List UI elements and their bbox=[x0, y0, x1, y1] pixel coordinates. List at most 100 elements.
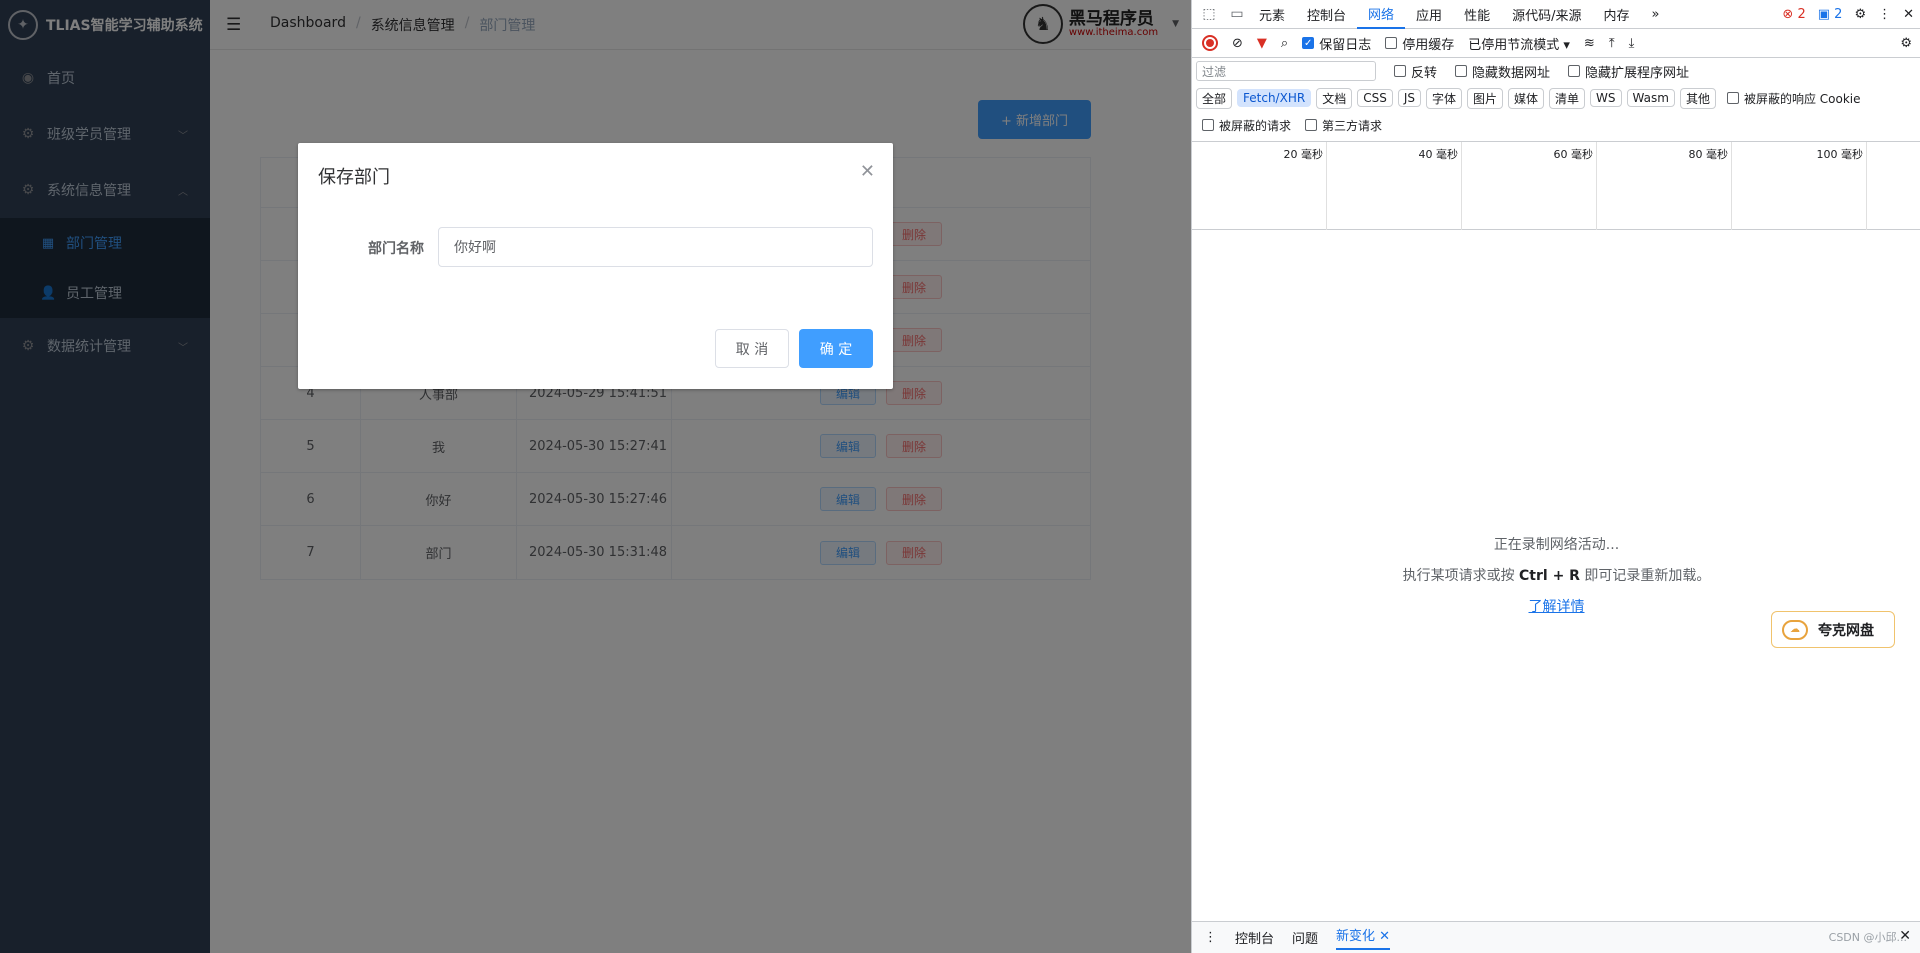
chip-js[interactable]: JS bbox=[1397, 89, 1421, 107]
drawer-tabbar: ⋮ 控制台 问题 新变化 ✕ ✕ CSDN @小邱... bbox=[1192, 921, 1920, 953]
blocked-cookies-checkbox[interactable]: 被屏蔽的响应 Cookie bbox=[1726, 90, 1861, 107]
invert-label: 反转 bbox=[1411, 65, 1438, 81]
request-filter-row: 被屏蔽的请求 第三方请求 bbox=[1192, 112, 1920, 138]
type-filter-chips: 全部 Fetch/XHR 文档 CSS JS 字体 图片 媒体 清单 WS Wa… bbox=[1192, 84, 1920, 112]
hide-extension-urls-label: 隐藏扩展程序网址 bbox=[1585, 65, 1690, 81]
preserve-log-label: 保留日志 bbox=[1319, 37, 1372, 53]
chip-other[interactable]: 其他 bbox=[1679, 87, 1716, 109]
devtools-panel: ⬚ ▭ 元素 控制台 网络 应用 性能 源代码/来源 内存 » ⊗ 2 ▣ 2 … bbox=[1191, 0, 1920, 953]
tab-network[interactable]: 网络 bbox=[1357, 0, 1406, 29]
clear-icon[interactable]: ⊘ bbox=[1232, 36, 1243, 51]
chip-all[interactable]: 全部 bbox=[1196, 87, 1233, 109]
watermark: CSDN @小邱... bbox=[1828, 931, 1907, 944]
confirm-button[interactable]: 确 定 bbox=[799, 329, 873, 368]
chip-font[interactable]: 字体 bbox=[1425, 87, 1462, 109]
settings-gear-icon[interactable]: ⚙ bbox=[1854, 7, 1866, 22]
chip-media[interactable]: 媒体 bbox=[1508, 87, 1545, 109]
blocked-requests-label: 被屏蔽的请求 bbox=[1219, 118, 1292, 133]
checkbox-icon bbox=[1385, 37, 1398, 49]
chip-ws[interactable]: WS bbox=[1590, 89, 1622, 107]
empty-line1: 正在录制网络活动... bbox=[1493, 537, 1620, 553]
devtools-status: ⊗ 2 ▣ 2 ⚙ ⋮ ✕ bbox=[1782, 0, 1914, 29]
drawer-tab-whats-new[interactable]: 新变化 ✕ bbox=[1336, 925, 1391, 950]
error-count-value: 2 bbox=[1797, 7, 1806, 22]
timeline-label: 80 毫秒 bbox=[1688, 148, 1729, 161]
error-count[interactable]: ⊗ 2 bbox=[1782, 7, 1805, 22]
drawer-tab-label: 新变化 bbox=[1336, 929, 1376, 944]
tab-memory[interactable]: 内存 bbox=[1592, 0, 1640, 29]
chip-fetch-xhr[interactable]: Fetch/XHR bbox=[1237, 89, 1312, 107]
throttle-select[interactable]: 已停用节流模式 ▾ bbox=[1468, 34, 1570, 53]
hide-data-urls-label: 隐藏数据网址 bbox=[1472, 65, 1551, 81]
learn-more-link[interactable]: 了解详情 bbox=[1529, 599, 1585, 615]
network-empty-state: 正在录制网络活动... 执行某项请求或按 Ctrl + R 即可记录重新加载。 … bbox=[1192, 530, 1920, 623]
import-har-icon[interactable]: ⤒ bbox=[1609, 36, 1615, 51]
tab-console[interactable]: 控制台 bbox=[1296, 0, 1357, 29]
network-conditions-icon[interactable]: ≋ bbox=[1584, 36, 1595, 51]
chip-css[interactable]: CSS bbox=[1357, 89, 1393, 107]
checkbox-icon bbox=[1394, 65, 1406, 77]
close-devtools-icon[interactable]: ✕ bbox=[1903, 7, 1914, 22]
checkbox-icon bbox=[1568, 65, 1581, 77]
quark-label: 夸克网盘 bbox=[1818, 622, 1874, 639]
quark-drive-widget[interactable]: ☁ 夸克网盘 bbox=[1771, 611, 1895, 648]
hide-extension-urls-checkbox[interactable]: 隐藏扩展程序网址 bbox=[1568, 62, 1689, 81]
dept-name-label: 部门名称 bbox=[368, 241, 424, 257]
message-count-value: 2 bbox=[1834, 7, 1843, 22]
network-toolbar: ⊘ ▼ ⌕ ✓ 保留日志 停用缓存 已停用节流模式 ▾ ≋ ⤒ ⤓ ⚙ bbox=[1192, 29, 1920, 58]
timeline-column: 60 毫秒 bbox=[1462, 142, 1597, 230]
close-icon[interactable]: ✕ bbox=[860, 161, 875, 182]
tab-sources[interactable]: 源代码/来源 bbox=[1501, 0, 1592, 29]
network-timeline[interactable]: 20 毫秒 40 毫秒 60 毫秒 80 毫秒 100 毫秒 bbox=[1192, 141, 1920, 230]
record-icon[interactable] bbox=[1202, 35, 1218, 51]
devtools-tabbar: ⬚ ▭ 元素 控制台 网络 应用 性能 源代码/来源 内存 » ⊗ 2 ▣ 2 … bbox=[1192, 0, 1920, 29]
tab-elements[interactable]: 元素 bbox=[1248, 0, 1296, 29]
network-settings-icon[interactable]: ⚙ bbox=[1900, 36, 1912, 51]
hide-data-urls-checkbox[interactable]: 隐藏数据网址 bbox=[1455, 62, 1550, 81]
app-page: ✦ TLIAS智能学习辅助系统 ◉ 首页 ⚙ 班级学员管理 ﹀ ⚙ 系统信息管理… bbox=[0, 0, 1191, 953]
timeline-label: 60 毫秒 bbox=[1553, 148, 1594, 161]
chip-doc[interactable]: 文档 bbox=[1316, 87, 1353, 109]
inspect-icon[interactable]: ⬚ bbox=[1198, 6, 1220, 22]
dialog-title: 保存部门 bbox=[318, 167, 390, 188]
filter-row: 过滤 反转 隐藏数据网址 隐藏扩展程序网址 bbox=[1192, 58, 1920, 84]
dept-name-input[interactable] bbox=[438, 227, 873, 267]
chip-wasm[interactable]: Wasm bbox=[1626, 89, 1675, 107]
checkbox-icon bbox=[1305, 119, 1318, 131]
chip-manifest[interactable]: 清单 bbox=[1549, 87, 1586, 109]
cancel-button[interactable]: 取 消 bbox=[715, 329, 789, 368]
disable-cache-label: 停用缓存 bbox=[1402, 37, 1455, 53]
more-tabs-icon[interactable]: » bbox=[1640, 0, 1670, 29]
checkbox-icon bbox=[1726, 92, 1739, 104]
more-menu-icon[interactable]: ⋮ bbox=[1878, 7, 1891, 22]
tab-application[interactable]: 应用 bbox=[1405, 0, 1453, 29]
timeline-label: 100 毫秒 bbox=[1816, 148, 1864, 161]
disable-cache-checkbox[interactable]: 停用缓存 bbox=[1385, 34, 1454, 53]
timeline-label: 40 毫秒 bbox=[1418, 148, 1459, 161]
drawer-tab-console[interactable]: 控制台 bbox=[1235, 928, 1274, 947]
tab-performance[interactable]: 性能 bbox=[1453, 0, 1501, 29]
export-har-icon[interactable]: ⤓ bbox=[1629, 36, 1635, 51]
device-toggle-icon[interactable]: ▭ bbox=[1226, 6, 1248, 22]
blocked-requests-checkbox[interactable]: 被屏蔽的请求 bbox=[1202, 117, 1291, 134]
cloud-icon: ☁ bbox=[1782, 619, 1808, 640]
chip-img[interactable]: 图片 bbox=[1467, 87, 1504, 109]
filter-icon[interactable]: ▼ bbox=[1257, 36, 1267, 51]
save-dept-dialog: 保存部门 ✕ 部门名称 取 消 确 定 bbox=[298, 143, 893, 389]
filter-input[interactable]: 过滤 bbox=[1196, 61, 1376, 81]
search-icon[interactable]: ⌕ bbox=[1281, 36, 1288, 51]
third-party-checkbox[interactable]: 第三方请求 bbox=[1305, 117, 1382, 134]
invert-checkbox[interactable]: 反转 bbox=[1394, 62, 1437, 81]
timeline-column: 80 毫秒 bbox=[1597, 142, 1732, 230]
drawer-menu-icon[interactable]: ⋮ bbox=[1204, 930, 1217, 945]
blocked-cookies-label: 被屏蔽的响应 Cookie bbox=[1743, 91, 1861, 106]
drawer-tab-issues[interactable]: 问题 bbox=[1292, 928, 1318, 947]
empty-line2: 执行某项请求或按 Ctrl + R 即可记录重新加载。 bbox=[1192, 561, 1920, 592]
shortcut-key: Ctrl + R bbox=[1519, 568, 1580, 584]
third-party-label: 第三方请求 bbox=[1322, 118, 1383, 133]
preserve-log-checkbox[interactable]: ✓ 保留日志 bbox=[1302, 34, 1371, 53]
checkbox-icon bbox=[1202, 119, 1214, 131]
empty-line2-text: 执行某项请求或按 bbox=[1402, 568, 1520, 584]
timeline-column: 20 毫秒 bbox=[1192, 142, 1327, 230]
message-count[interactable]: ▣ 2 bbox=[1818, 7, 1843, 22]
